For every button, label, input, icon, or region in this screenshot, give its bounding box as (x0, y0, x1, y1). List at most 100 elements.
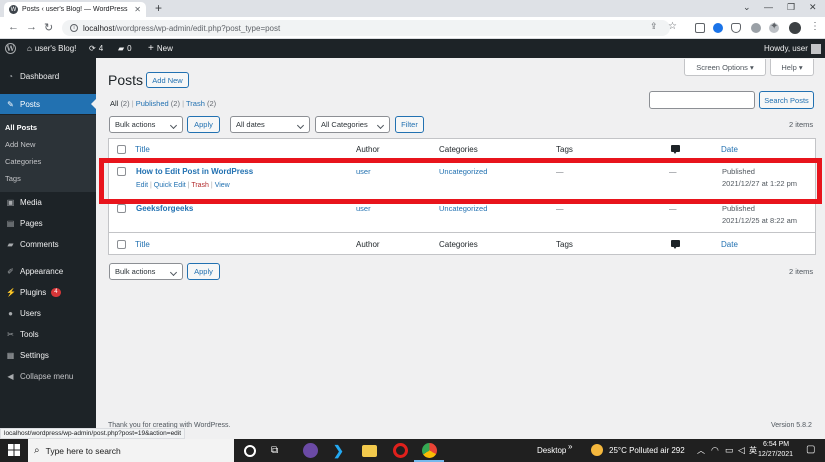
plug-icon: ⚡ (6, 287, 16, 297)
browser-tab[interactable]: W Posts ‹ user's Blog! — WordPress ✕ (4, 2, 146, 17)
sidebar-item-label: Tools (20, 329, 39, 339)
site-name-link[interactable]: ⌂ user's Blog! (27, 39, 76, 58)
column-footer-date[interactable]: Date (721, 240, 738, 249)
sidebar-item-settings[interactable]: ▦ Settings (0, 345, 96, 365)
sidebar-item-users[interactable]: ● Users (0, 303, 96, 323)
app-purple-icon[interactable] (303, 443, 318, 458)
submenu-add-new[interactable]: Add New (5, 140, 35, 149)
clock-date[interactable]: 12/27/2021 (758, 451, 793, 458)
close-window-icon[interactable]: ✕ (809, 2, 817, 13)
cortana-icon[interactable] (244, 445, 256, 457)
wp-admin-bar: W ⌂ user's Blog! ⟳ 4 ▰ 0 + New Howdy, us… (0, 39, 825, 58)
apply-button-bottom[interactable]: Apply (187, 263, 220, 280)
minimize-icon[interactable]: — (764, 2, 773, 12)
sidebar-item-comments[interactable]: ▰ Comments (0, 234, 96, 254)
profile-avatar-icon[interactable] (789, 22, 801, 34)
screen-options-button[interactable]: Screen Options ▾ (684, 59, 766, 76)
select-all-checkbox-bottom[interactable] (117, 240, 126, 249)
row-checkbox[interactable] (117, 204, 126, 213)
column-header-title[interactable]: Title (135, 145, 150, 154)
posts-submenu: All Posts Add New Categories Tags (0, 115, 96, 192)
language-icon[interactable]: 英 (749, 445, 757, 456)
filter-trash[interactable]: Trash (2) (186, 99, 216, 108)
bulk-actions-select-top[interactable]: Bulk actions (109, 116, 183, 133)
browser-tabstrip: W Posts ‹ user's Blog! — WordPress ✕ + ⌄… (0, 0, 825, 17)
search-posts-button[interactable]: Search Posts (759, 91, 814, 109)
browser-menu-icon[interactable]: ⋮ (810, 21, 820, 32)
sidebar-item-pages[interactable]: ▤ Pages (0, 213, 96, 233)
toolbar-expand-icon[interactable]: » (568, 442, 572, 451)
collapse-menu-button[interactable]: ◀ Collapse menu (0, 366, 96, 386)
chrome-icon[interactable] (422, 443, 437, 458)
add-new-post-button[interactable]: Add New (146, 72, 189, 88)
tray-chevron-up-icon[interactable]: ︿ (697, 445, 705, 456)
media-icon: ▣ (6, 197, 15, 207)
column-header-date[interactable]: Date (721, 145, 738, 154)
sidebar-item-posts[interactable]: ✎ Posts (0, 94, 96, 114)
weather-text[interactable]: 25°C Polluted air 292 (609, 446, 685, 455)
apply-button-top[interactable]: Apply (187, 116, 220, 133)
bulk-actions-select-bottom[interactable]: Bulk actions (109, 263, 183, 280)
post-category-link[interactable]: Uncategorized (439, 204, 487, 213)
share-icon[interactable]: ⇪ (650, 21, 658, 32)
submenu-all-posts[interactable]: All Posts (5, 123, 37, 132)
shield-extension-icon[interactable] (731, 23, 741, 33)
maximize-icon[interactable]: ❐ (787, 2, 795, 13)
windows-start-icon[interactable] (8, 444, 20, 456)
volume-icon[interactable]: ◁ (738, 445, 745, 456)
comment-bubble-icon: ▰ (7, 239, 14, 249)
comments-column-icon[interactable] (671, 145, 680, 154)
user-icon: ● (8, 308, 13, 318)
categories-filter-select[interactable]: All Categories (315, 116, 390, 133)
post-title-link[interactable]: Geeksforgeeks (136, 204, 193, 213)
task-view-icon[interactable]: ⧉ (271, 443, 286, 458)
vscode-icon[interactable]: ❯ (333, 443, 348, 458)
filter-button[interactable]: Filter (395, 116, 424, 133)
desktop-toolbar-label[interactable]: Desktop (537, 446, 566, 455)
wp-logo-menu[interactable]: W (5, 39, 16, 58)
close-tab-icon[interactable]: ✕ (134, 5, 141, 14)
clock-time[interactable]: 6:54 PM (763, 441, 789, 448)
back-icon[interactable]: ← (8, 21, 19, 33)
opera-icon[interactable] (393, 443, 408, 458)
new-tab-icon[interactable]: + (155, 1, 162, 15)
comments-link[interactable]: ▰ 0 (118, 39, 132, 58)
wifi-icon[interactable]: ◠ (711, 445, 719, 456)
sidebar-item-media[interactable]: ▣ Media (0, 192, 96, 212)
my-account-link[interactable]: Howdy, user (764, 39, 821, 58)
footer-version: Version 5.8.2 (771, 422, 812, 429)
select-all-checkbox[interactable] (117, 145, 126, 154)
help-button[interactable]: Help ▾ (770, 59, 814, 76)
submenu-tags[interactable]: Tags (5, 174, 21, 183)
filter-trash-label: Trash (185, 99, 205, 108)
submenu-categories[interactable]: Categories (5, 157, 41, 166)
sidebar-item-tools[interactable]: ✂ Tools (0, 324, 96, 344)
chevron-down-icon[interactable]: ⌄ (743, 2, 751, 13)
reader-extension-icon[interactable] (695, 23, 705, 33)
new-content-link[interactable]: + New (148, 39, 173, 58)
file-explorer-icon[interactable] (362, 445, 377, 457)
sidebar-item-plugins[interactable]: ⚡ Plugins 4 (0, 282, 96, 302)
taskbar-search-box[interactable]: ⌕ Type here to search (28, 439, 234, 462)
sidebar-item-appearance[interactable]: ✐ Appearance (0, 261, 96, 281)
site-info-icon[interactable]: i (70, 24, 78, 32)
blue-extension-icon[interactable] (713, 23, 723, 33)
bookmark-star-icon[interactable]: ☆ (668, 21, 677, 32)
filter-published[interactable]: Published (2) (136, 99, 180, 108)
column-footer-title[interactable]: Title (135, 240, 150, 249)
post-search-input[interactable] (649, 91, 755, 109)
reload-icon[interactable]: ↻ (44, 21, 53, 34)
updates-link[interactable]: ⟳ 4 (89, 39, 103, 58)
forward-icon[interactable]: → (26, 21, 37, 33)
filter-all[interactable]: All (2) (110, 99, 130, 108)
notifications-icon[interactable]: ▢ (806, 444, 815, 455)
grammar-extension-icon[interactable] (751, 23, 761, 33)
post-author-link[interactable]: user (356, 204, 371, 213)
comments-column-icon[interactable] (671, 240, 680, 249)
extensions-puzzle-icon[interactable]: ✦ (770, 21, 778, 32)
dates-filter-select[interactable]: All dates (230, 116, 310, 133)
battery-icon[interactable]: ▭ (725, 445, 734, 456)
post-comments: — (669, 204, 677, 213)
sidebar-item-dashboard[interactable]: ◔ Dashboard (0, 66, 96, 86)
address-bar[interactable]: i localhost/wordpress/wp-admin/edit.php?… (62, 20, 670, 36)
